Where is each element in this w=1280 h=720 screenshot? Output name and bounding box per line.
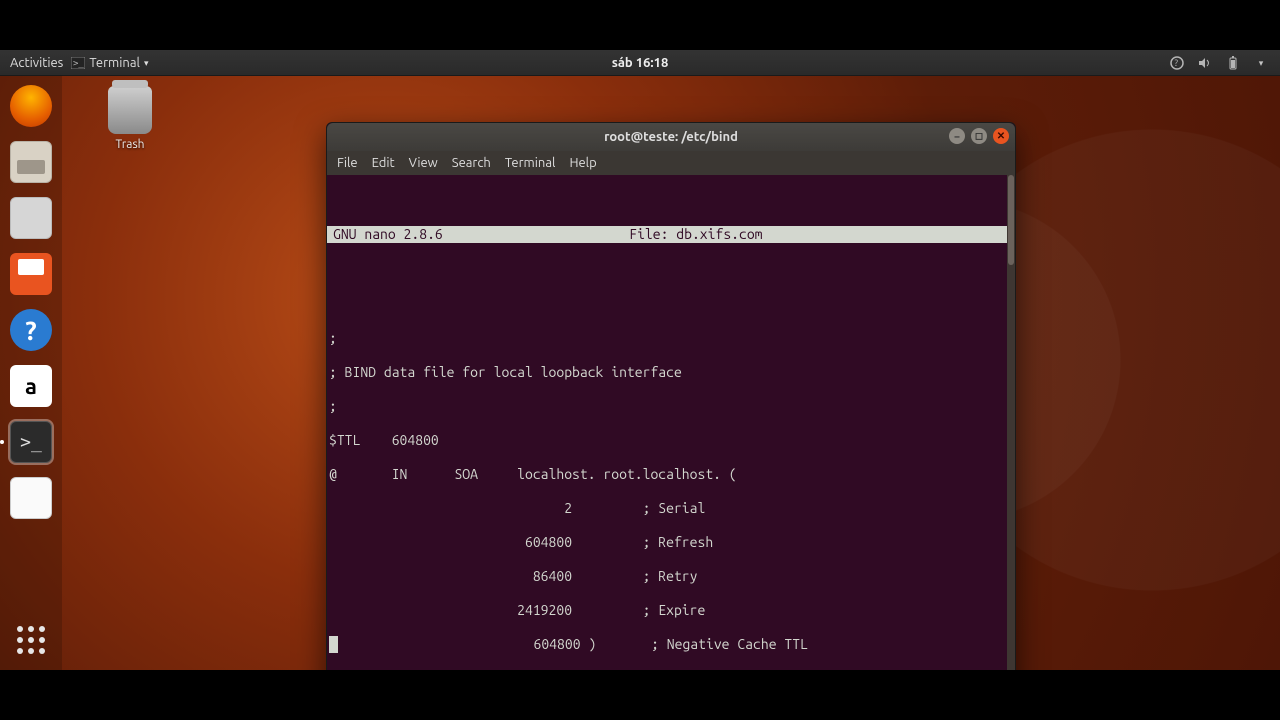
trash-icon	[108, 86, 152, 134]
app-menu-label: Terminal	[89, 56, 140, 70]
menu-search[interactable]: Search	[452, 156, 491, 170]
window-titlebar[interactable]: root@teste: /etc/bind – ◻ ✕	[327, 123, 1015, 151]
dock-firefox[interactable]	[7, 82, 55, 130]
nano-cursor-line: 604800 ) ; Negative Cache TTL	[329, 636, 1013, 653]
nano-line: $TTL 604800	[329, 432, 1013, 449]
nano-line: ; BIND data file for local loopback inte…	[329, 364, 1013, 381]
dock-rhythmbox[interactable]	[7, 138, 55, 186]
window-close-button[interactable]: ✕	[993, 128, 1009, 144]
nano-line	[329, 296, 1013, 313]
nano-header: GNU nano 2.8.6 File: db.xifs.com	[327, 226, 1015, 243]
top-panel: Activities >_ Terminal ▾ sáb 16:18 ? ▾	[0, 50, 1280, 76]
desktop-screen: Activities >_ Terminal ▾ sáb 16:18 ? ▾	[0, 50, 1280, 670]
dock-files[interactable]	[7, 194, 55, 242]
desktop-trash[interactable]: Trash	[94, 86, 166, 151]
dock-amazon[interactable]: a	[7, 362, 55, 410]
menu-file[interactable]: File	[337, 156, 358, 170]
nano-cursor	[329, 636, 338, 653]
window-minimize-button[interactable]: –	[949, 128, 965, 144]
nano-line: 2 ; Serial	[329, 500, 1013, 517]
terminal-scrollbar[interactable]	[1007, 175, 1015, 670]
clock[interactable]: sáb 16:18	[612, 56, 669, 70]
chevron-down-icon: ▾	[144, 58, 149, 69]
show-applications-button[interactable]	[13, 622, 49, 658]
battery-icon[interactable]	[1226, 56, 1240, 70]
menu-edit[interactable]: Edit	[372, 156, 395, 170]
menu-help[interactable]: Help	[569, 156, 596, 170]
window-menubar: File Edit View Search Terminal Help	[327, 151, 1015, 175]
nano-version: GNU nano 2.8.6	[333, 226, 443, 243]
power-menu-icon[interactable]: ▾	[1254, 56, 1268, 70]
nano-line: 604800 ; Refresh	[329, 534, 1013, 551]
dock-terminal[interactable]: >_	[7, 418, 55, 466]
dock-libreoffice[interactable]	[7, 474, 55, 522]
activities-button[interactable]: Activities	[10, 56, 63, 70]
app-menu[interactable]: >_ Terminal ▾	[71, 56, 148, 70]
nano-line: 2419200 ; Expire	[329, 602, 1013, 619]
terminal-icon: >_	[71, 56, 85, 70]
nano-content[interactable]: ; ; BIND data file for local loopback in…	[327, 277, 1015, 670]
menu-view[interactable]: View	[409, 156, 438, 170]
terminal-window: root@teste: /etc/bind – ◻ ✕ File Edit Vi…	[326, 122, 1016, 670]
nano-line: @ IN SOA localhost. root.localhost. (	[329, 466, 1013, 483]
svg-text:?: ?	[1175, 58, 1179, 68]
volume-icon[interactable]	[1198, 56, 1212, 70]
menu-terminal[interactable]: Terminal	[505, 156, 556, 170]
nano-line: 86400 ; Retry	[329, 568, 1013, 585]
launcher-dock: ? a >_	[0, 76, 62, 670]
nano-line: ;	[329, 330, 1013, 347]
help-indicator-icon[interactable]: ?	[1170, 56, 1184, 70]
nano-line: ;	[329, 398, 1013, 415]
nano-file-label: File: db.xifs.com	[629, 226, 762, 243]
dock-software[interactable]	[7, 250, 55, 298]
window-title: root@teste: /etc/bind	[604, 130, 738, 144]
svg-text:>_: >_	[73, 59, 84, 69]
desktop-trash-label: Trash	[94, 138, 166, 151]
window-maximize-button[interactable]: ◻	[971, 128, 987, 144]
terminal-body[interactable]: GNU nano 2.8.6 File: db.xifs.com ; ; BIN…	[327, 175, 1015, 670]
dock-help[interactable]: ?	[7, 306, 55, 354]
